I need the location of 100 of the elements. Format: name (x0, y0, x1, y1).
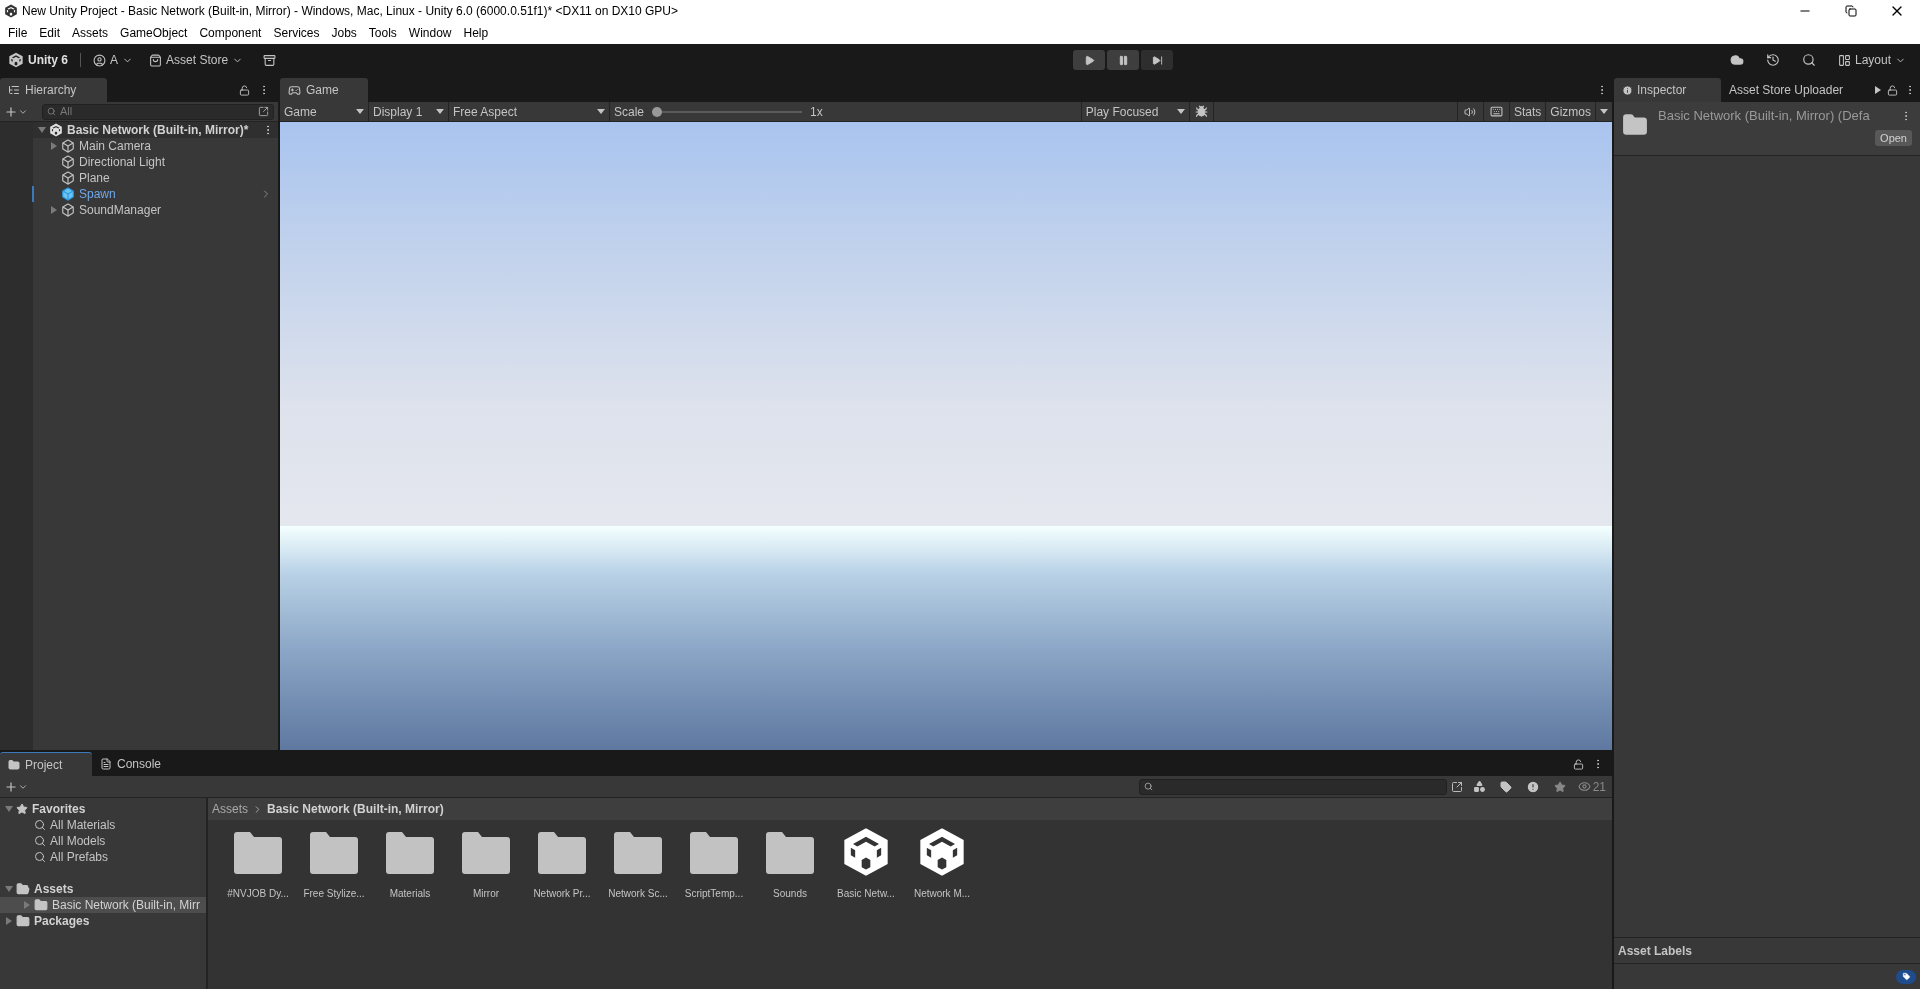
history-button[interactable] (1765, 53, 1780, 67)
hierarchy-search-field[interactable]: All (42, 103, 274, 120)
folder-tree-item[interactable]: Basic Network (Built-in, Mirr (0, 897, 206, 913)
aspect-dropdown[interactable]: Free Aspect (449, 102, 610, 121)
folder-icon (16, 914, 30, 928)
game-tab[interactable]: Game (280, 78, 368, 102)
play-button[interactable] (1073, 50, 1105, 70)
cube-icon (61, 171, 75, 185)
asset-item[interactable]: Network Sc... (600, 832, 676, 901)
breadcrumb-link[interactable]: Assets (212, 800, 248, 818)
open-button[interactable]: Open (1875, 129, 1912, 146)
collapse-arrow-icon[interactable] (37, 125, 47, 135)
asset-item[interactable]: Network Pr... (524, 832, 600, 901)
menu-item[interactable]: GameObject (114, 24, 194, 42)
asset-title: Basic Network (Built-in, Mirror) (Defa (1658, 107, 1870, 125)
type-filter-button[interactable] (1472, 780, 1486, 793)
asset-item[interactable]: Materials (372, 832, 448, 901)
step-button[interactable] (1141, 50, 1173, 70)
pause-button[interactable] (1107, 50, 1139, 70)
folder-icon (462, 832, 510, 874)
lock-icon[interactable] (1573, 758, 1584, 770)
product-label: Unity 6 (28, 52, 68, 69)
add-dropdown[interactable] (4, 779, 28, 794)
folder-tree-item[interactable]: Packages (0, 913, 206, 929)
menu-item[interactable]: Tools (362, 24, 403, 42)
menu-item[interactable]: Help (457, 24, 495, 42)
folder-tree-item[interactable]: Assets (0, 881, 206, 897)
search-icon (34, 835, 46, 847)
inspector-tab[interactable]: Inspector (1614, 78, 1721, 102)
layout-dropdown[interactable]: Layout (1837, 51, 1906, 69)
hierarchy-item[interactable]: Main Camera (0, 138, 278, 154)
favorites-header[interactable]: Favorites (0, 801, 206, 817)
star-icon (16, 803, 28, 815)
collapse-arrow-icon[interactable] (4, 804, 14, 814)
folder-icon (1622, 112, 1648, 138)
favorite-button[interactable] (1553, 780, 1566, 793)
menu-item[interactable]: Assets (66, 24, 115, 42)
asset-item[interactable]: Sounds (752, 832, 828, 901)
asset-store-dropdown[interactable]: Asset Store (149, 51, 244, 69)
menu-item[interactable]: Component (193, 24, 268, 42)
add-dropdown[interactable] (4, 104, 28, 119)
hierarchy-item[interactable]: Plane (0, 170, 278, 186)
asset-labels-header: Asset Labels (1618, 942, 1693, 960)
label-filter-button[interactable] (1499, 780, 1512, 793)
slider-thumb[interactable] (652, 106, 663, 117)
search-icon (34, 851, 46, 863)
scroll-tabs-arrow-icon[interactable] (1875, 86, 1881, 94)
plus-icon (4, 779, 18, 794)
archive-button[interactable] (263, 53, 277, 67)
lock-icon[interactable] (239, 84, 250, 96)
search-icon (1801, 53, 1816, 67)
caret-icon (436, 108, 444, 115)
menu-item[interactable]: File (2, 24, 34, 42)
cloud-button[interactable] (1729, 53, 1744, 67)
folder-icon (8, 758, 20, 771)
expand-arrow-icon[interactable] (49, 205, 59, 215)
view-mode-dropdown[interactable]: Game (280, 102, 369, 121)
account-dropdown[interactable]: A (93, 51, 134, 69)
asset-item[interactable]: Basic Netw... (828, 832, 904, 901)
search-icon (1143, 782, 1153, 791)
folder-icon (386, 832, 434, 874)
menu-item[interactable]: Jobs (325, 24, 363, 42)
display-dropdown[interactable]: Display 1 (369, 102, 449, 121)
restore-icon (1845, 5, 1857, 17)
scene-row[interactable]: Basic Network (Built-in, Mirror)* (33, 122, 278, 138)
unity-logo-icon (8, 52, 24, 68)
favorite-item[interactable]: All Materials (0, 817, 206, 833)
play-mode-dropdown[interactable]: Play Focused (1081, 102, 1190, 121)
gizmos-button[interactable]: Gizmos (1545, 102, 1595, 121)
project-tab[interactable]: Project (0, 752, 92, 776)
cube-icon (61, 155, 75, 169)
menu-item[interactable]: Window (402, 24, 458, 42)
popout-icon[interactable] (1450, 780, 1463, 793)
shapes-icon (1472, 780, 1486, 793)
label-tag-button[interactable] (1896, 969, 1916, 984)
scale-label: Scale (614, 103, 645, 121)
favorite-item[interactable]: All Prefabs (0, 849, 206, 865)
asset-item[interactable]: ScriptTemp... (676, 832, 752, 901)
log-filter-button[interactable] (1525, 779, 1540, 794)
hierarchy-item[interactable]: SoundManager (0, 202, 278, 218)
hierarchy-item[interactable]: Directional Light (0, 154, 278, 170)
gamepad-icon (288, 83, 301, 97)
asset-item[interactable]: Mirror (448, 832, 524, 901)
menu-item[interactable]: Edit (33, 24, 67, 42)
asset-item[interactable]: #NVJOB Dy... (220, 832, 296, 901)
asset-item[interactable]: Free Stylize... (296, 832, 372, 901)
expand-arrow-icon[interactable] (49, 141, 59, 151)
lock-icon[interactable] (1887, 84, 1898, 96)
folder-icon (538, 832, 586, 874)
bag-icon (149, 53, 163, 67)
hierarchy-tab[interactable]: Hierarchy (0, 78, 107, 102)
project-search-field[interactable] (1138, 778, 1447, 795)
stats-button[interactable]: Stats (1508, 102, 1546, 121)
asset-item[interactable]: Network M... (904, 832, 980, 901)
cube-icon (61, 187, 75, 201)
menu-item[interactable]: Services (267, 24, 326, 42)
search-button[interactable] (1801, 53, 1816, 67)
app-logo-icon (4, 4, 18, 18)
favorite-item[interactable]: All Models (0, 833, 206, 849)
collapse-arrow-icon[interactable] (4, 884, 14, 894)
